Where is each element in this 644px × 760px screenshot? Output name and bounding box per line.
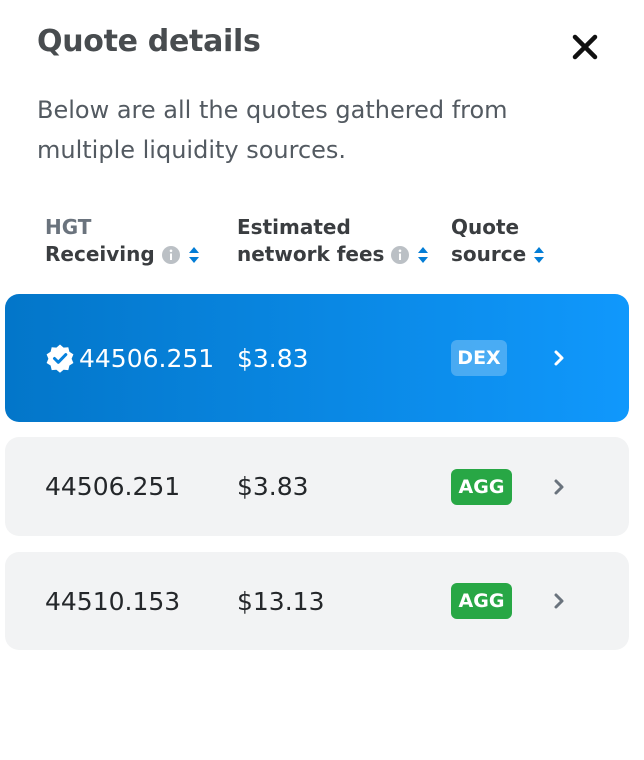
quote-fee: $3.83 <box>237 472 309 501</box>
source-label-line1: Quote <box>451 215 520 239</box>
close-icon <box>572 34 598 60</box>
modal-description: Below are all the quotes gathered from m… <box>37 96 508 164</box>
quote-amount: 44506.251 <box>79 343 215 373</box>
quote-amount: 44506.251 <box>45 472 181 501</box>
column-header-quote-source[interactable]: Quote source <box>451 214 546 268</box>
chevron-right-icon[interactable] <box>550 477 568 497</box>
quote-amount-cell: 44510.153 <box>45 587 180 616</box>
quote-fee: $13.13 <box>237 586 325 616</box>
quote-source-badge: AGG <box>451 468 512 505</box>
quote-amount-cell: 44506.251 <box>45 343 214 373</box>
chevron-right-icon[interactable] <box>550 591 568 611</box>
quote-amount: 44510.153 <box>45 586 181 616</box>
quote-row[interactable]: 44510.153 $13.13 AGG <box>5 552 629 650</box>
source-label-line2: source <box>451 242 527 266</box>
close-button[interactable] <box>568 30 602 64</box>
quote-row-best[interactable]: 44506.251 $3.83 DEX <box>5 294 629 422</box>
quote-fee: $3.83 <box>237 343 309 373</box>
receiving-label: Receiving <box>45 242 155 266</box>
sort-arrows-icon[interactable] <box>532 245 546 265</box>
modal-title: Quote details <box>37 24 261 59</box>
fees-label-line1: Estimated <box>237 215 351 239</box>
receiving-token-symbol: HGT <box>45 215 92 239</box>
sort-arrows-icon[interactable] <box>187 245 201 265</box>
info-icon[interactable] <box>390 245 410 265</box>
quote-details-modal: Quote details Below are all the quotes g… <box>0 0 644 760</box>
quote-row[interactable]: 44506.251 $3.83 AGG <box>5 437 629 536</box>
fees-label-line2: network fees <box>237 242 385 266</box>
quotes-table-header: HGT Receiving Estimated network fees Quo… <box>0 214 644 274</box>
quote-source-badge: DEX <box>451 340 507 376</box>
verified-badge-icon <box>46 344 74 373</box>
quote-amount-cell: 44506.251 <box>45 472 180 501</box>
sort-arrows-icon[interactable] <box>416 245 430 265</box>
column-header-network-fees[interactable]: Estimated network fees <box>237 214 430 268</box>
chevron-right-icon[interactable] <box>550 348 568 368</box>
quote-source-badge: AGG <box>451 583 512 619</box>
info-icon[interactable] <box>161 245 181 265</box>
column-header-receiving[interactable]: HGT Receiving <box>45 214 201 268</box>
